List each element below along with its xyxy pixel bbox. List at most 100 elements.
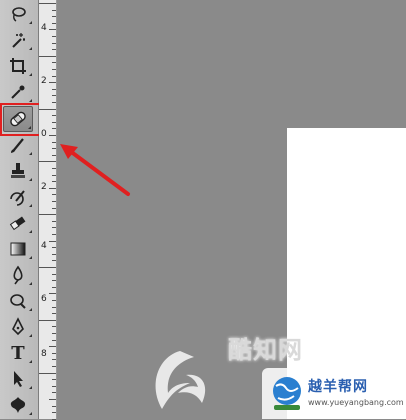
ruler-tick	[52, 122, 56, 123]
ruler-tick	[52, 227, 56, 228]
pointer-arrow	[60, 144, 130, 196]
brush-tool-icon	[11, 138, 24, 153]
eyedropper-tool-icon	[11, 85, 25, 99]
ruler-tick	[52, 379, 56, 380]
ruler-tick	[52, 49, 56, 50]
ruler-tick	[49, 293, 56, 294]
gradient-tool-icon	[10, 242, 26, 256]
ruler-label: 2	[41, 76, 47, 86]
watermark-kuzhi-text: 酷知网	[228, 336, 303, 364]
ruler-tick	[52, 313, 56, 314]
blur-tool[interactable]	[3, 263, 33, 287]
type-tool-icon: T	[11, 342, 25, 364]
magic-wand-tool[interactable]	[3, 28, 33, 52]
ruler-tick	[52, 201, 56, 202]
watermark-logo	[155, 351, 206, 409]
crop-tool[interactable]	[3, 54, 33, 78]
blur-tool-icon	[13, 265, 23, 285]
ruler-tick	[49, 82, 56, 83]
ruler-tick	[39, 3, 56, 4]
custom-shape-tool[interactable]	[3, 393, 33, 417]
ruler-tick	[52, 386, 56, 387]
ruler-label: 4	[41, 23, 47, 33]
ruler-label: 4	[41, 241, 47, 251]
tool-highlight-box	[0, 103, 44, 136]
ruler-tick	[39, 56, 56, 57]
ruler-tick	[52, 10, 56, 11]
ruler-tick	[52, 23, 56, 24]
ruler-tick	[49, 29, 56, 30]
path-selection-tool-icon	[14, 371, 23, 387]
ruler-tick	[52, 76, 56, 77]
ruler-tick	[49, 135, 56, 136]
ruler-tick	[49, 188, 56, 189]
ruler-tick	[49, 346, 56, 347]
lasso-tool-icon	[12, 7, 26, 22]
pen-tool[interactable]	[3, 315, 33, 339]
ruler-tick	[52, 406, 56, 407]
ruler-tick	[52, 254, 56, 255]
ruler-tick	[52, 359, 56, 360]
ruler-tick	[52, 366, 56, 367]
history-brush-tool-icon	[10, 190, 25, 206]
ruler-tick	[52, 234, 56, 235]
gradient-tool[interactable]	[3, 237, 33, 261]
ruler-tick	[52, 274, 56, 275]
ruler-label: 0	[41, 129, 47, 139]
ruler-tick	[52, 280, 56, 281]
custom-shape-tool-icon	[10, 397, 26, 413]
ruler-tick	[39, 267, 56, 268]
ruler-tick	[39, 161, 56, 162]
eraser-tool-icon	[9, 216, 26, 231]
ruler-tick	[52, 340, 56, 341]
ruler-tick	[39, 109, 56, 110]
ruler-tick	[52, 43, 56, 44]
ruler-tick	[52, 300, 56, 301]
watermark-site-name: 越羊帮网	[308, 379, 368, 395]
ruler-tick	[39, 320, 56, 321]
ruler-tick	[52, 247, 56, 248]
path-selection-tool[interactable]	[3, 367, 33, 391]
ruler-tick	[52, 333, 56, 334]
dodge-tool[interactable]	[3, 289, 33, 313]
ruler-label: 6	[41, 294, 47, 304]
ruler-tick	[52, 89, 56, 90]
eyedropper-tool[interactable]	[3, 80, 33, 104]
ruler-tick	[52, 95, 56, 96]
ruler-tick	[52, 307, 56, 308]
watermark-badge: 越羊帮网 www.yueyangbang.com	[262, 368, 406, 419]
ruler-tick	[52, 221, 56, 222]
ruler-tick	[52, 412, 56, 413]
watermark-site-url: www.yueyangbang.com	[308, 398, 404, 407]
ruler-tick	[52, 128, 56, 129]
magic-wand-tool-icon	[12, 33, 25, 48]
dodge-tool-icon	[10, 294, 26, 309]
ruler-tick	[52, 287, 56, 288]
ruler-tick	[52, 36, 56, 37]
clone-stamp-tool-icon	[11, 163, 25, 178]
ruler-tick	[52, 102, 56, 103]
pen-tool-icon	[12, 317, 24, 336]
brush-tool[interactable]	[3, 133, 33, 157]
ruler-tick	[49, 399, 56, 400]
tools-panel: T	[0, 0, 39, 419]
type-tool[interactable]: T	[3, 341, 33, 365]
history-brush-tool[interactable]	[3, 185, 33, 209]
ruler-tick	[39, 214, 56, 215]
ruler-label: 8	[41, 349, 47, 359]
ruler-tick	[52, 392, 56, 393]
crop-tool-icon	[10, 58, 26, 74]
eraser-tool[interactable]	[3, 211, 33, 235]
ruler-tick	[52, 326, 56, 327]
ruler-label: 2	[41, 182, 47, 192]
clone-stamp-tool[interactable]	[3, 159, 33, 183]
ruler-tick	[49, 241, 56, 242]
ruler-tick	[52, 16, 56, 17]
ruler-tick	[52, 69, 56, 70]
ruler-tick	[39, 373, 56, 374]
lasso-tool[interactable]	[3, 2, 33, 26]
globe-icon	[273, 377, 301, 410]
ruler-tick	[52, 115, 56, 116]
ruler-tick	[52, 208, 56, 209]
ruler-tick	[52, 62, 56, 63]
